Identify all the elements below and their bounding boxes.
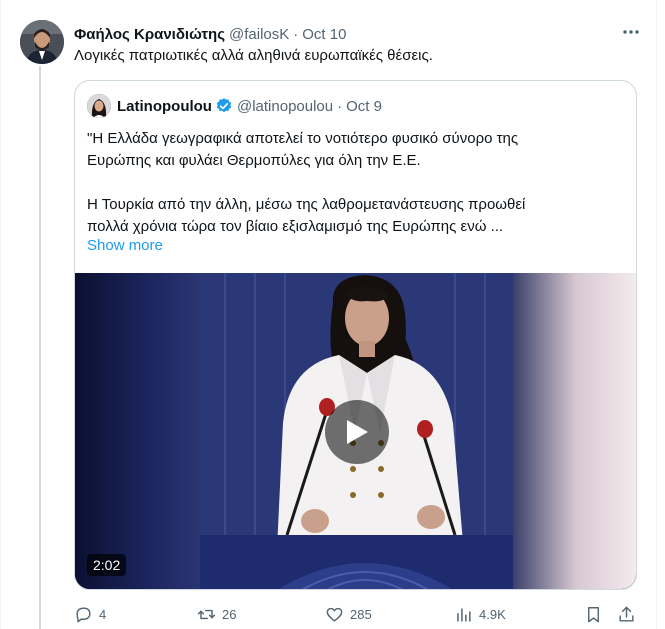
quote-author-name: Latinopoulou [117, 97, 212, 115]
tweet-text: Λογικές πατριωτικές αλλά αληθινά ευρωπαϊ… [74, 47, 433, 64]
quoted-tweet[interactable]: Latinopoulou @latinopoulou · Oct 9 "Η Ελ… [74, 80, 637, 590]
quote-text-line: Ευρώπης και φυλάει Θερμοπύλες για όλη τη… [87, 152, 421, 169]
more-icon[interactable] [621, 22, 641, 47]
quote-author-handle: @latinopoulou [236, 97, 334, 115]
tweet-header: Φαήλος Κρανιδιώτης @failosK · Oct 10 [74, 24, 645, 44]
reply-icon [76, 606, 91, 622]
reply-count: 4 [99, 606, 107, 622]
views-button[interactable]: 4.9K [454, 602, 506, 626]
tweet-date[interactable]: Oct 10 [302, 26, 346, 43]
video-duration-badge: 2:02 [87, 554, 127, 576]
author-name[interactable]: Φαήλος Κρανιδιώτης [74, 26, 225, 43]
retweet-count: 26 [222, 606, 237, 622]
retweet-button[interactable]: 26 [197, 602, 236, 626]
quote-text-line: "Η Ελλάδα γεωγραφικά αποτελεί το νοτιότε… [87, 130, 519, 147]
verified-badge-icon [215, 97, 233, 115]
quote-date: Oct 9 [346, 97, 382, 115]
show-more-link[interactable]: Show more [87, 237, 163, 254]
bookmark-button[interactable] [584, 602, 609, 626]
author-avatar[interactable] [20, 20, 64, 64]
quote-separator-dot: · [337, 97, 343, 115]
frame-border-left [0, 0, 1, 629]
share-icon [619, 606, 634, 622]
like-button[interactable]: 285 [325, 602, 372, 626]
video-player[interactable]: 2:02 [75, 273, 636, 589]
play-icon[interactable] [325, 400, 389, 464]
author-handle[interactable]: @failosK [229, 26, 289, 43]
quote-avatar-photo [87, 94, 111, 118]
bookmark-icon [588, 606, 599, 622]
quote-author-avatar [87, 94, 111, 118]
like-icon [326, 607, 343, 622]
separator-dot: · [293, 25, 299, 43]
avatar-photo [20, 20, 64, 64]
retweet-icon [197, 609, 216, 619]
like-count: 285 [350, 606, 372, 622]
quote-text-line: πολλά χρόνια τώρα τον βίαιο εξισλαμισμό … [87, 218, 504, 235]
frame-border-right [656, 0, 657, 629]
quote-text: "Η Ελλάδα γεωγραφικά αποτελεί το νοτιότε… [87, 128, 617, 238]
views-count: 4.9K [479, 606, 506, 622]
tweet-actions-bar: 4 26 285 4.9K [74, 602, 637, 626]
views-icon [457, 607, 471, 622]
reply-button[interactable]: 4 [74, 602, 106, 626]
thread-connector-line [39, 66, 41, 629]
share-button[interactable] [617, 602, 642, 626]
quote-text-line: Η Τουρκία από την άλλη, μέσω της λαθρομε… [87, 196, 526, 213]
quote-header: Latinopoulou @latinopoulou · Oct 9 [87, 94, 382, 118]
